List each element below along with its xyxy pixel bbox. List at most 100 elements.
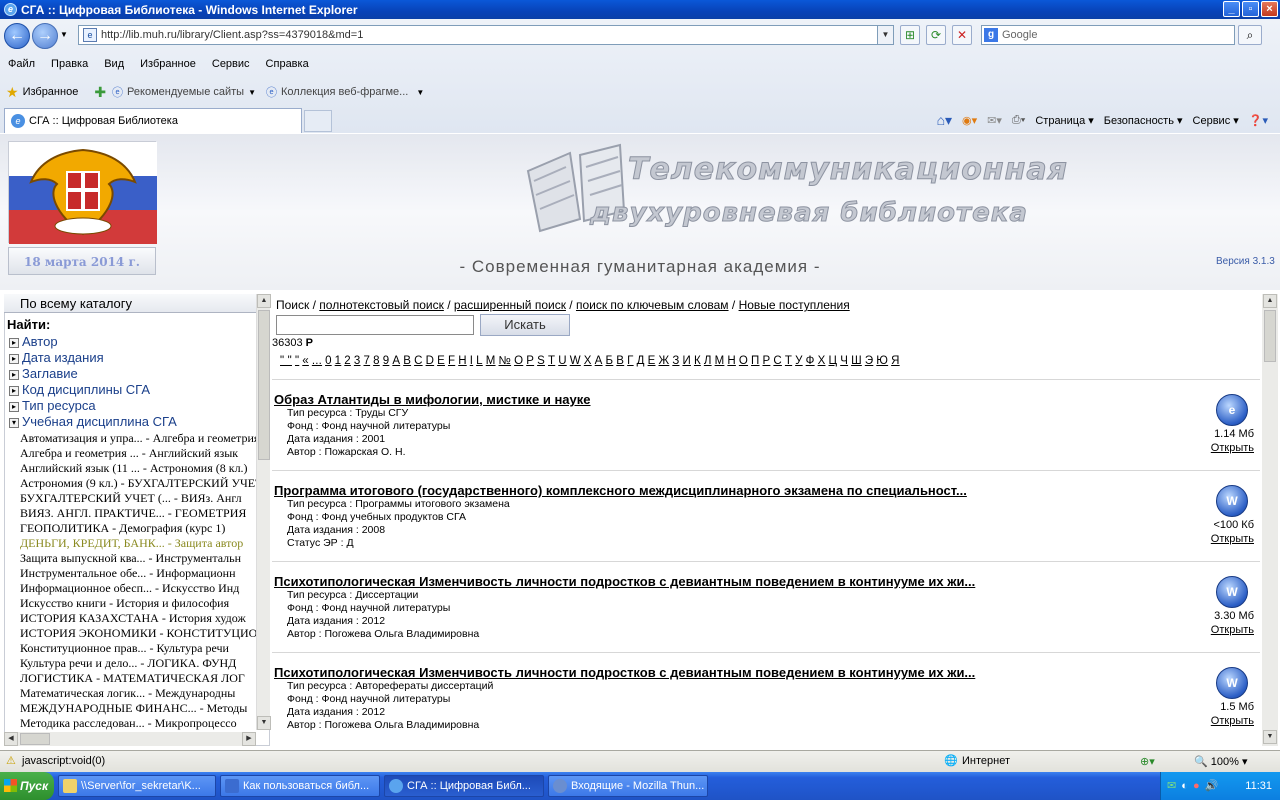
close-button[interactable]: ×	[1261, 1, 1278, 17]
scroll-down-icon[interactable]: ▼	[1263, 730, 1277, 744]
page-menu[interactable]: Страница ▾	[1035, 114, 1093, 127]
discipline-range[interactable]: Автоматизация и упра... - Алгебра и геом…	[20, 431, 256, 446]
alphabet-letter[interactable]: S	[537, 355, 545, 367]
alphabet-letter[interactable]: 2	[344, 355, 351, 367]
alphabet-letter[interactable]: U	[558, 355, 567, 367]
tree-discipline-code[interactable]: ▸ Код дисциплины СГА	[9, 382, 150, 397]
alphabet-letter[interactable]: Д	[637, 355, 645, 367]
taskbar-item-thunderbird[interactable]: Входящие - Mozilla Thun...	[548, 775, 708, 797]
alphabet-letter[interactable]: T	[548, 355, 555, 367]
expand-icon[interactable]: ▸	[9, 354, 19, 364]
alphabet-letter[interactable]: Р	[763, 355, 771, 367]
alphabet-letter[interactable]: 9	[383, 355, 390, 367]
alphabet-letter[interactable]: Ш	[851, 355, 862, 367]
expand-icon[interactable]: ▸	[9, 370, 19, 380]
home-icon[interactable]: ⌂▾	[937, 112, 952, 129]
address-bar[interactable]: e http://lib.muh.ru/library/Client.asp?s…	[78, 25, 894, 45]
alphabet-letter[interactable]: H	[458, 355, 467, 367]
menu-file[interactable]: Файл	[0, 58, 43, 70]
discipline-range-visited[interactable]: ДЕНЬГИ, КРЕДИТ, БАНК... - Защита автор	[20, 536, 256, 551]
menu-help[interactable]: Справка	[258, 58, 317, 70]
recommended-sites-link[interactable]: Рекомендуемые сайты	[127, 86, 244, 98]
alphabet-letter[interactable]: F	[448, 355, 455, 367]
alphabet-letter[interactable]: Е	[648, 355, 656, 367]
open-link[interactable]: Открыть	[1196, 715, 1254, 727]
alphabet-letter[interactable]: X	[584, 355, 592, 367]
alphabet-letter[interactable]: А	[595, 355, 603, 367]
ie-icon[interactable]: e	[1216, 394, 1248, 426]
open-link[interactable]: Открыть	[1196, 533, 1254, 545]
open-link[interactable]: Открыть	[1196, 624, 1254, 636]
search-mode-fulltext[interactable]: полнотекстовый поиск	[319, 298, 444, 312]
alphabet-letter[interactable]: Ц	[828, 355, 837, 367]
discipline-range[interactable]: Астрономия (9 кл.) - БУХГАЛТЕРСКИЙ УЧЕТ	[20, 476, 256, 491]
alphabet-letter[interactable]: О	[739, 355, 748, 367]
alphabet-letter[interactable]: I	[470, 355, 473, 367]
alphabet-letter[interactable]: C	[414, 355, 423, 367]
discipline-range[interactable]: Математическая логик... - Международны	[20, 686, 256, 701]
chevron-down-icon[interactable]: ▼	[248, 88, 256, 97]
address-dropdown-icon[interactable]: ▼	[877, 26, 893, 44]
alphabet-letter[interactable]: Ю	[876, 355, 888, 367]
search-icon[interactable]: ⌕	[1238, 25, 1262, 45]
alphabet-letter[interactable]: Т	[785, 355, 792, 367]
results-vertical-scrollbar[interactable]: ▲ ▼	[1262, 294, 1278, 746]
mail-icon[interactable]: ✉▾	[987, 114, 1002, 127]
scroll-thumb[interactable]	[258, 310, 270, 460]
alphabet-letter[interactable]: Я	[891, 355, 900, 367]
discipline-range[interactable]: Искусство книги - История и философия	[20, 596, 256, 611]
result-title[interactable]: Образ Атлантиды в мифологии, мистике и н…	[274, 392, 1094, 407]
network-tray-icon[interactable]: ◐	[1181, 780, 1188, 792]
compat-view-icon[interactable]: ⊞	[900, 25, 920, 45]
add-favorites-icon[interactable]: ✚	[94, 84, 106, 101]
tab-active[interactable]: e СГА :: Цифровая Библиотека	[4, 108, 302, 133]
discipline-range[interactable]: ВИЯЗ. АНГЛ. ПРАКТИЧЕ... - ГЕОМЕТРИЯ	[20, 506, 256, 521]
alphabet-letter[interactable]: ...	[312, 355, 322, 367]
alphabet-letter[interactable]: E	[437, 355, 445, 367]
catalog-horizontal-scrollbar[interactable]: ◀ ▶	[4, 732, 256, 746]
tree-author[interactable]: ▸ Автор	[9, 334, 58, 349]
discipline-range[interactable]: Алгебра и геометрия ... - Английский язы…	[20, 446, 256, 461]
alphabet-letter[interactable]: 7	[364, 355, 371, 367]
alphabet-letter[interactable]: К	[694, 355, 701, 367]
alphabet-letter[interactable]: П	[751, 355, 759, 367]
discipline-range[interactable]: Методика расследован... - Микропроцессо	[20, 716, 256, 731]
menu-view[interactable]: Вид	[96, 58, 132, 70]
collapse-icon[interactable]: ▾	[9, 418, 19, 428]
chevron-down-icon[interactable]: ▼	[416, 88, 424, 97]
alphabet-letter[interactable]: Б	[606, 355, 614, 367]
taskbar-item-ie[interactable]: СГА :: Цифровая Библ...	[384, 775, 544, 797]
expand-icon[interactable]: ▸	[9, 386, 19, 396]
catalog-vertical-scrollbar[interactable]: ▲ ▼	[256, 294, 271, 730]
alphabet-letter[interactable]: М	[715, 355, 725, 367]
help-icon[interactable]: ❓▾	[1249, 114, 1268, 127]
alphabet-letter[interactable]: Х	[818, 355, 826, 367]
discipline-range[interactable]: МЕЖДУНАРОДНЫЕ ФИНАНС... - Методы	[20, 701, 256, 716]
mail-tray-icon[interactable]: ✉	[1167, 780, 1176, 792]
zoom-level[interactable]: 🔍 100% ▾	[1194, 755, 1247, 768]
alphabet-letter[interactable]: В	[616, 355, 624, 367]
alphabet-letter[interactable]: A	[392, 355, 400, 367]
discipline-range[interactable]: ГЕОПОЛИТИКА - Демография (курс 1)	[20, 521, 256, 536]
search-button[interactable]: Искать	[480, 314, 570, 336]
search-input[interactable]	[276, 315, 474, 335]
scroll-right-icon[interactable]: ▶	[242, 732, 256, 746]
alphabet-letter[interactable]: И	[682, 355, 690, 367]
print-icon[interactable]: ⎙▾	[1012, 114, 1025, 127]
forward-button[interactable]: →	[32, 23, 58, 49]
new-arrivals-link[interactable]: Новые поступления	[739, 298, 850, 312]
search-mode-keywords[interactable]: поиск по ключевым словам	[576, 298, 729, 312]
rss-icon[interactable]: ◉▾	[962, 114, 977, 127]
catalog-title[interactable]: По всему каталогу	[4, 294, 256, 313]
alphabet-letter[interactable]: С	[773, 355, 782, 367]
discipline-range[interactable]: ИСТОРИЯ КАЗАХСТАНА - История худож	[20, 611, 256, 626]
alphabet-letter[interactable]: W	[570, 355, 581, 367]
alphabet-letter[interactable]: Н	[727, 355, 736, 367]
alphabet-letter[interactable]: "	[295, 355, 299, 367]
scroll-down-icon[interactable]: ▼	[257, 716, 271, 730]
taskbar-item-word[interactable]: Как пользоваться библ...	[220, 775, 380, 797]
expand-icon[interactable]: ▸	[9, 402, 19, 412]
start-button[interactable]: Пуск	[0, 772, 54, 800]
word-icon[interactable]: W	[1216, 667, 1248, 699]
alphabet-letter[interactable]: Э	[865, 355, 873, 367]
